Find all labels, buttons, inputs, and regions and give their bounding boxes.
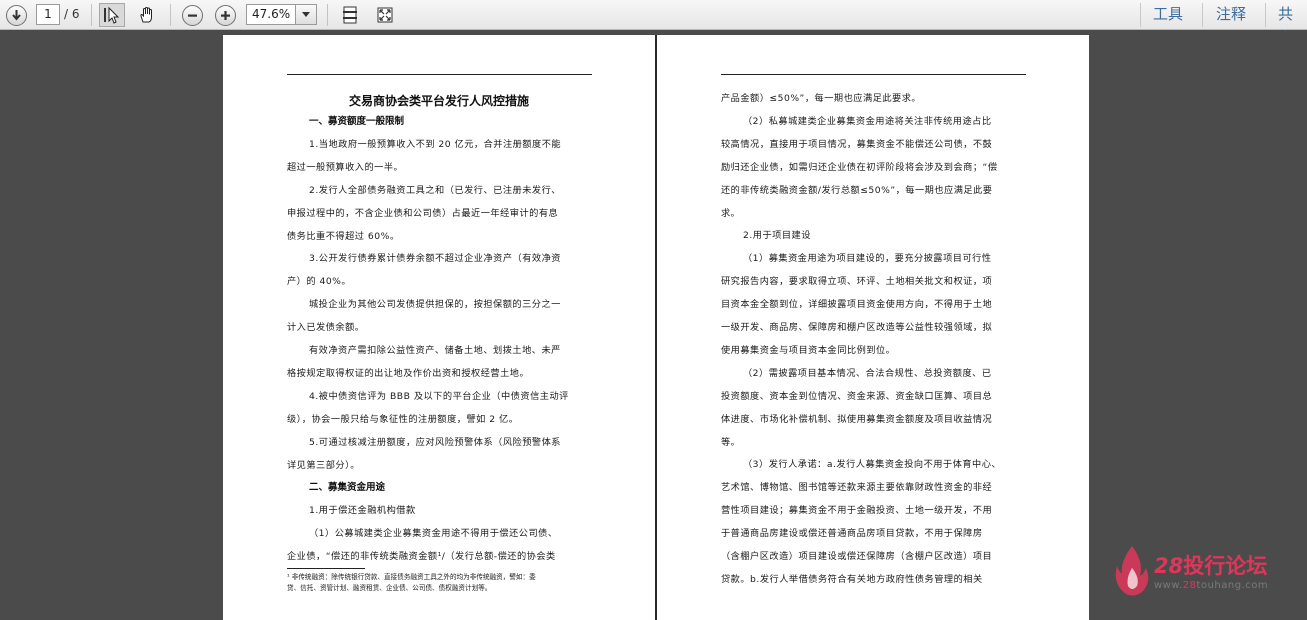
text-line: （含棚户区改造）项目建设或偿还保障房（含棚户区改造）项目 bbox=[721, 551, 993, 562]
text-line: 于普通商品房建设或偿还普通商品房项目贷款，不用于保障房 bbox=[721, 528, 983, 540]
text-line: 1.用于偿还金融机构借款 bbox=[309, 505, 416, 517]
header-rule bbox=[287, 74, 592, 75]
text-line: 还的非传统类融资金额/发行总额≤50%”，每一期也应满足此要 bbox=[721, 184, 993, 196]
hand-icon bbox=[140, 7, 152, 23]
document-viewer[interactable]: 交易商协会类平台发行人风控措施 一、募资额度一般限制 1.当地政府一般预算收入不到… bbox=[0, 31, 1307, 620]
text-line: 励归还企业债，如需归还企业债在初评阶段将会涉及到会商；“偿 bbox=[721, 161, 998, 173]
toolbar-divider bbox=[327, 4, 328, 26]
section-heading: 一、募资额度一般限制 bbox=[309, 116, 405, 127]
chevron-down-icon bbox=[302, 12, 310, 17]
section-heading: 二、募集资金用途 bbox=[309, 482, 386, 494]
footnote-line: ¹ 非传统融资：除传统银行贷款、直接债务融资工具之外的均为非传统融资，譬如：委 bbox=[287, 573, 536, 581]
text-line: 求。 bbox=[721, 207, 741, 219]
text-line: 计入已发债余额。 bbox=[287, 322, 365, 334]
text-line: 投资额度、资本金到位情况、资金来源、资金缺口匡算、项目总 bbox=[721, 390, 993, 402]
text-line: 详见第三部分）。 bbox=[287, 459, 360, 471]
fit-page-icon bbox=[343, 6, 357, 24]
text-line: 产）的 40%。 bbox=[287, 276, 352, 288]
toolbar-divider bbox=[1265, 3, 1266, 27]
comment-link[interactable]: 注释 bbox=[1216, 2, 1246, 26]
zoom-out-button[interactable] bbox=[180, 3, 204, 27]
toolbar-divider bbox=[91, 4, 92, 26]
text-line: 体进度、市场化补偿机制、拟使用募集资金额度及项目收益情况 bbox=[721, 413, 993, 425]
page-1: 交易商协会类平台发行人风控措施 一、募资额度一般限制 1.当地政府一般预算收入不到… bbox=[223, 35, 655, 620]
text-line: 申报过程中的，不含企业债和公司债）占最近一年经审计的有息 bbox=[287, 207, 559, 219]
text-line: 研究报告内容，要求取得立项、环评、土地相关批文和权证，项 bbox=[721, 276, 993, 288]
full-screen-button[interactable] bbox=[372, 3, 398, 27]
text-line: 债务比重不得超过 60%。 bbox=[287, 230, 400, 242]
footnote-rule bbox=[287, 568, 365, 569]
text-line: （3）发行人承诺：a.发行人募集资金投向不用于体育中心、 bbox=[743, 459, 1002, 471]
text-line: （2）需披露项目基本情况、合法合规性、总投资额度、已 bbox=[743, 367, 992, 379]
text-line: 贷款。b.发行人举借债务符合有关地方政府性债务管理的相关 bbox=[721, 573, 983, 585]
document-title: 交易商协会类平台发行人风控措施 bbox=[348, 94, 529, 108]
text-line: 城投企业为其他公司发债提供担保的，按担保额的三分之一 bbox=[309, 299, 561, 311]
zoom-dropdown-button[interactable] bbox=[295, 4, 317, 25]
text-line: 超过一般预算收入的一半。 bbox=[287, 161, 404, 173]
text-line: 1.当地政府一般预算收入不到 20 亿元，合并注册额度不能 bbox=[309, 138, 562, 150]
text-line: （1）募集资金用途为项目建设的，要充分披露项目可行性 bbox=[743, 253, 992, 265]
header-rule bbox=[721, 74, 1026, 75]
page-2: 产品金额）≤50%”，每一期也应满足此要求。 （2）私募城建类企业募集资金用途将关… bbox=[657, 35, 1089, 620]
text-line: （2）私募城建类企业募集资金用途将关注非传统用途占比 bbox=[743, 115, 992, 127]
text-line: 4.被中债资信评为 BBB 及以下的平台企业（中债资信主动评 bbox=[309, 390, 569, 402]
text-line: 使用募集资金与项目资本金同比例到位。 bbox=[721, 344, 896, 356]
watermark-url: www.28touhang.com bbox=[1154, 580, 1269, 591]
text-line: 2.发行人全部债务融资工具之和（已发行、已注册未发行、 bbox=[309, 184, 561, 196]
site-watermark: 28投行论坛 www.28touhang.com bbox=[1114, 544, 1304, 604]
select-cursor-icon bbox=[104, 6, 120, 24]
text-line: 2.用于项目建设 bbox=[743, 230, 811, 242]
text-line: 5.可通过核减注册额度，应对风险预警体系（风险预警体系 bbox=[309, 436, 561, 448]
text-line: 艺术馆、博物馆、图书馆等还款来源主要依靠财政性资金的非经 bbox=[721, 482, 993, 494]
text-line: 有效净资产需扣除公益性资产、储备土地、划拨土地、未严 bbox=[309, 345, 561, 356]
toolbar-divider bbox=[1202, 3, 1203, 27]
fit-page-button[interactable] bbox=[337, 3, 363, 27]
text-line: 较高情况，直接用于项目情况，募集资金不能偿还公司债，不鼓 bbox=[721, 138, 993, 150]
text-line: 级），协会一般只给与象征性的注册额度，譬如 2 亿。 bbox=[287, 413, 519, 425]
zoom-level-input[interactable]: 47.6% bbox=[246, 4, 296, 25]
text-line: 营性项目建设；募集资金不用于金融投资、土地一级开发，不用 bbox=[721, 505, 993, 517]
hand-tool-button[interactable] bbox=[134, 3, 160, 27]
text-line: 3.公开发行债券累计债券余额不超过企业净资产（有效净资 bbox=[309, 253, 561, 265]
toolbar-divider bbox=[170, 4, 171, 26]
text-line: 等。 bbox=[721, 436, 741, 448]
arrow-down-icon bbox=[5, 4, 27, 26]
text-line: 企业债，“偿还的非传统类融资金额¹/（发行总额-偿还的协会类 bbox=[287, 551, 556, 563]
zoom-in-button[interactable] bbox=[213, 3, 237, 27]
next-page-button[interactable] bbox=[4, 3, 28, 27]
text-line: 一级开发、商品房、保障房和棚户区改造等公益性较强领域，拟 bbox=[721, 322, 993, 333]
page-number-input[interactable]: 1 bbox=[36, 4, 60, 25]
select-tool-button[interactable] bbox=[99, 3, 125, 27]
minus-icon bbox=[181, 4, 203, 26]
text-line: （1）公募城建类企业募集资金用途不得用于偿还公司债、 bbox=[309, 528, 558, 540]
toolbar: 1 / 6 47.6% 工具 注释 共享 bbox=[0, 0, 1307, 47]
watermark-title: 28投行论坛 bbox=[1154, 554, 1268, 578]
flame-logo-icon bbox=[1115, 546, 1149, 596]
page-total: / 6 bbox=[64, 7, 80, 21]
text-line: 目资本金全额到位，详细披露项目资金使用方向，不得用于土地 bbox=[721, 299, 993, 311]
plus-icon bbox=[214, 4, 236, 26]
text-line: 格按规定取得权证的出让地及作价出资和授权经营土地。 bbox=[287, 367, 530, 379]
footnote-line: 贷、信托、资管计划、融资租赁、企业债、公司债、债权融资计划等。 bbox=[287, 584, 492, 592]
full-screen-icon bbox=[377, 7, 393, 23]
toolbar-divider bbox=[1140, 3, 1141, 27]
tools-link[interactable]: 工具 bbox=[1153, 2, 1183, 26]
text-line: 产品金额）≤50%”，每一期也应满足此要求。 bbox=[721, 93, 922, 104]
